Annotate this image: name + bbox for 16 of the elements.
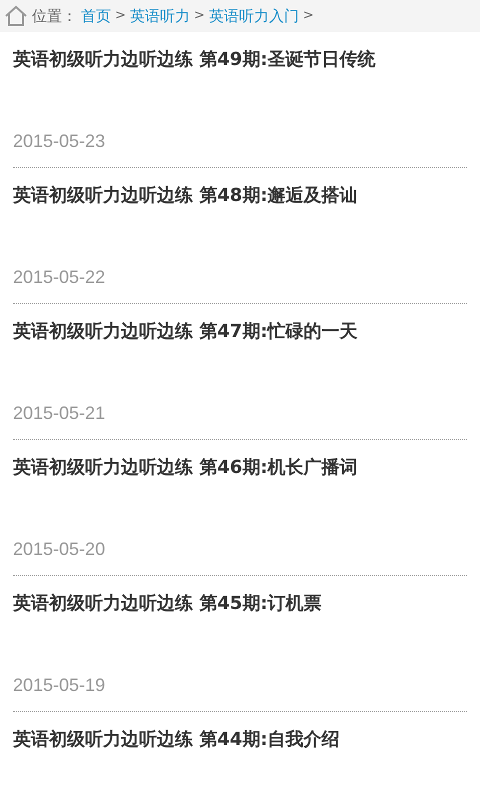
home-icon[interactable] bbox=[4, 5, 28, 27]
article-title[interactable]: 英语初级听力边听边练 第47期:忙碌的一天 bbox=[13, 320, 467, 344]
article-title[interactable]: 英语初级听力边听边练 第45期:订机票 bbox=[13, 592, 467, 616]
breadcrumb-separator: > bbox=[115, 7, 126, 26]
article-date: 2015-05-23 bbox=[13, 130, 106, 153]
article-date: 2015-05-22 bbox=[13, 266, 106, 289]
article-title[interactable]: 英语初级听力边听边练 第44期:自我介绍 bbox=[13, 728, 467, 752]
breadcrumb-separator: > bbox=[302, 7, 314, 26]
article-title[interactable]: 英语初级听力边听边练 第46期:机长广播词 bbox=[13, 456, 467, 480]
article-date: 2015-05-19 bbox=[13, 674, 106, 697]
breadcrumb-separator: > bbox=[194, 7, 205, 26]
article-title[interactable]: 英语初级听力边听边练 第48期:邂逅及搭讪 bbox=[13, 184, 467, 208]
article-date: 2015-05-20 bbox=[13, 538, 106, 561]
breadcrumb-label: 位置： bbox=[32, 6, 77, 27]
article-date: 2015-05-21 bbox=[13, 402, 106, 425]
article-title[interactable]: 英语初级听力边听边练 第49期:圣诞节日传统 bbox=[13, 48, 467, 72]
